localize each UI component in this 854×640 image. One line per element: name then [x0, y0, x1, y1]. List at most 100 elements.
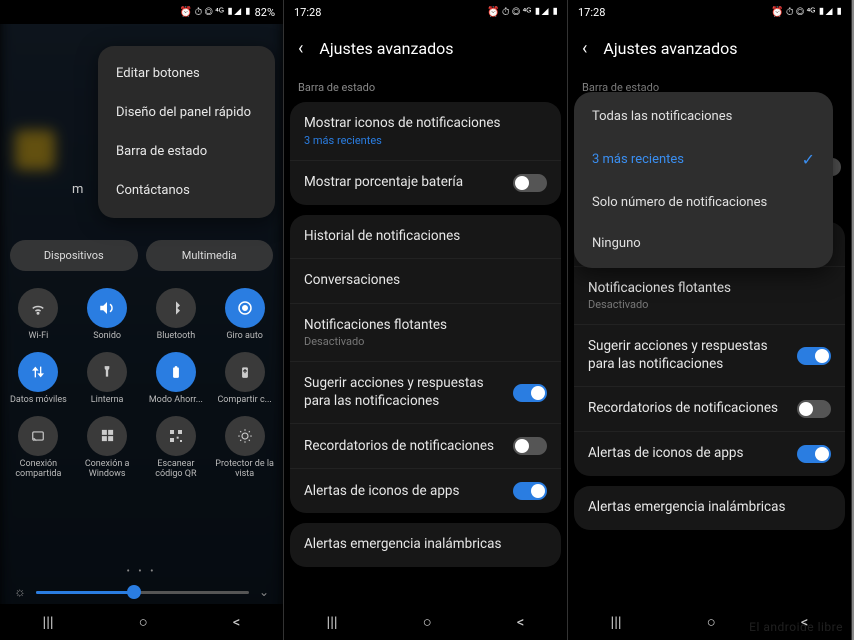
battery-text: 82% — [255, 6, 275, 19]
opt-all[interactable]: Todas las notificaciones — [574, 96, 833, 137]
rotate-icon — [225, 288, 265, 328]
status-icons: ⏰ ⏱ ◎ ⁴ᴳ ▮◢ ▮ — [487, 7, 559, 18]
row-app-alerts[interactable]: Alertas de iconos de apps — [574, 431, 845, 476]
qs-powersave[interactable]: Modo Ahorr... — [142, 352, 211, 406]
status-time: 17:28 — [294, 6, 321, 19]
chevron-down-icon[interactable]: ⌄ — [259, 585, 269, 599]
flashlight-icon — [87, 352, 127, 392]
settings-header: ‹ Ajustes avanzados — [284, 24, 567, 77]
data-icon — [18, 352, 58, 392]
row-wireless-alerts[interactable]: Alertas emergencia inalámbricas — [290, 523, 561, 567]
screen-advanced-settings: 17:28 ⏰ ⏱ ◎ ⁴ᴳ ▮◢ ▮ ‹ Ajustes avanzados … — [284, 0, 568, 640]
qs-qr[interactable]: Escanear código QR — [142, 416, 211, 480]
row-battery-percentage[interactable]: Mostrar porcentaje batería — [290, 160, 561, 205]
bluetooth-icon — [156, 288, 196, 328]
qs-sound[interactable]: Sonido — [73, 288, 142, 342]
opt-number-only[interactable]: Solo número de notificaciones — [574, 182, 833, 223]
menu-edit-buttons[interactable]: Editar botones — [98, 54, 275, 93]
pill-row: Dispositivos Multimedia — [0, 240, 283, 271]
row-show-notification-icons[interactable]: Mostrar iconos de notificaciones 3 más r… — [290, 102, 561, 160]
screen-quicksettings: ⏰ ⏱ ◎ ⁴ᴳ ▮◢ ▮ 82% Editar botones Diseño … — [0, 0, 284, 640]
toggle-battery-pct[interactable] — [513, 174, 547, 192]
page-indicator: • • • — [126, 566, 156, 577]
nav-back[interactable]: < — [233, 613, 241, 631]
settings-header: ‹ Ajustes avanzados — [568, 24, 851, 77]
status-bar: 17:28 ⏰ ⏱ ◎ ⁴ᴳ ▮◢ ▮ — [284, 0, 567, 24]
group-wireless: Alertas emergencia inalámbricas — [574, 486, 845, 530]
eye-icon — [225, 416, 265, 456]
share-icon — [225, 352, 265, 392]
row-suggest[interactable]: Sugerir acciones y respuestas para las n… — [574, 324, 845, 386]
truncated-text: m — [72, 182, 83, 197]
status-icons: ⏰ ⏱ ◎ ⁴ᴳ ▮◢ ▮ — [771, 7, 843, 18]
qs-flashlight[interactable]: Linterna — [73, 352, 142, 406]
cast-icon — [18, 416, 58, 456]
status-time: 17:28 — [578, 6, 605, 19]
windows-icon — [87, 416, 127, 456]
nav-recents[interactable]: ||| — [327, 613, 338, 631]
slider-track[interactable] — [36, 591, 249, 594]
qs-windows[interactable]: Conexión a Windows — [73, 416, 142, 480]
battery-icon — [156, 352, 196, 392]
qr-icon — [156, 416, 196, 456]
row-reminders[interactable]: Recordatorios de notificaciones — [290, 423, 561, 468]
row-suggest[interactable]: Sugerir acciones y respuestas para las n… — [290, 361, 561, 423]
nav-recents[interactable]: ||| — [43, 613, 54, 631]
nav-home[interactable]: ○ — [423, 613, 432, 631]
menu-contact-us[interactable]: Contáctanos — [98, 171, 275, 210]
overflow-menu: Editar botones Diseño del panel rápido B… — [98, 46, 275, 218]
menu-panel-layout[interactable]: Diseño del panel rápido — [98, 93, 275, 132]
back-icon[interactable]: ‹ — [582, 38, 587, 59]
nav-recents[interactable]: ||| — [611, 613, 622, 631]
toggle-reminders[interactable] — [513, 437, 547, 455]
notification-icons-dropdown: Todas las notificaciones 3 más recientes… — [574, 92, 833, 268]
pill-multimedia[interactable]: Multimedia — [146, 240, 274, 271]
section-label: Barra de estado — [284, 77, 567, 102]
nav-bar: ||| ○ < — [284, 604, 567, 640]
toggle-suggest[interactable] — [797, 347, 831, 365]
group-statusbar: Mostrar iconos de notificaciones 3 más r… — [290, 102, 561, 205]
page-title: Ajustes avanzados — [603, 39, 737, 58]
menu-status-bar[interactable]: Barra de estado — [98, 132, 275, 171]
wifi-icon — [18, 288, 58, 328]
qs-hotspot[interactable]: Conexión compartida — [4, 416, 73, 480]
row-floating[interactable]: Notificaciones flotantes Desactivado — [290, 303, 561, 362]
row-history[interactable]: Historial de notificaciones — [290, 215, 561, 259]
row-conversations[interactable]: Conversaciones — [290, 258, 561, 303]
qs-mobiledata[interactable]: Datos móviles — [4, 352, 73, 406]
slider-thumb[interactable] — [127, 585, 141, 599]
brightness-slider[interactable]: • • • ☼ ⌄ — [0, 584, 283, 600]
quick-settings-grid: Wi-Fi Sonido Bluetooth Giro auto Datos m… — [0, 282, 283, 486]
screen-advanced-settings-dropdown: 17:28 ⏰ ⏱ ◎ ⁴ᴳ ▮◢ ▮ ‹ Ajustes avanzados … — [568, 0, 852, 640]
pill-devices[interactable]: Dispositivos — [10, 240, 138, 271]
nav-bar: ||| ○ < — [0, 604, 283, 640]
nav-back[interactable]: < — [517, 613, 525, 631]
qs-autorotate[interactable]: Giro auto — [210, 288, 279, 342]
check-icon: ✓ — [802, 150, 815, 169]
qs-bluetooth[interactable]: Bluetooth — [142, 288, 211, 342]
group-notifications: Historial de notificaciones Conversacion… — [290, 215, 561, 514]
qs-share[interactable]: Compartir c... — [210, 352, 279, 406]
toggle-app-alerts[interactable] — [513, 482, 547, 500]
row-wireless-alerts[interactable]: Alertas emergencia inalámbricas — [574, 486, 845, 530]
row-floating[interactable]: Notificaciones flotantes Desactivado — [574, 266, 845, 325]
qs-eyecomfort[interactable]: Protector de la vista — [210, 416, 279, 480]
toggle-app-alerts[interactable] — [797, 445, 831, 463]
status-bar: 17:28 ⏰ ⏱ ◎ ⁴ᴳ ▮◢ ▮ — [568, 0, 851, 24]
sound-icon — [87, 288, 127, 328]
opt-none[interactable]: Ninguno — [574, 223, 833, 264]
back-icon[interactable]: ‹ — [298, 38, 303, 59]
toggle-reminders[interactable] — [797, 400, 831, 418]
toggle-suggest[interactable] — [513, 384, 547, 402]
page-title: Ajustes avanzados — [319, 39, 453, 58]
status-icons: ⏰ ⏱ ◎ ⁴ᴳ ▮◢ ▮ — [180, 7, 252, 18]
nav-home[interactable]: ○ — [139, 613, 148, 631]
opt-3-recent[interactable]: 3 más recientes✓ — [574, 137, 833, 182]
qs-wifi[interactable]: Wi-Fi — [4, 288, 73, 342]
row-reminders[interactable]: Recordatorios de notificaciones — [574, 386, 845, 431]
row-app-alerts[interactable]: Alertas de iconos de apps — [290, 468, 561, 513]
nav-home[interactable]: ○ — [707, 613, 716, 631]
watermark: El androide libre — [749, 620, 843, 634]
status-bar: ⏰ ⏱ ◎ ⁴ᴳ ▮◢ ▮ 82% — [0, 0, 283, 24]
sun-low-icon: ☼ — [14, 584, 26, 600]
